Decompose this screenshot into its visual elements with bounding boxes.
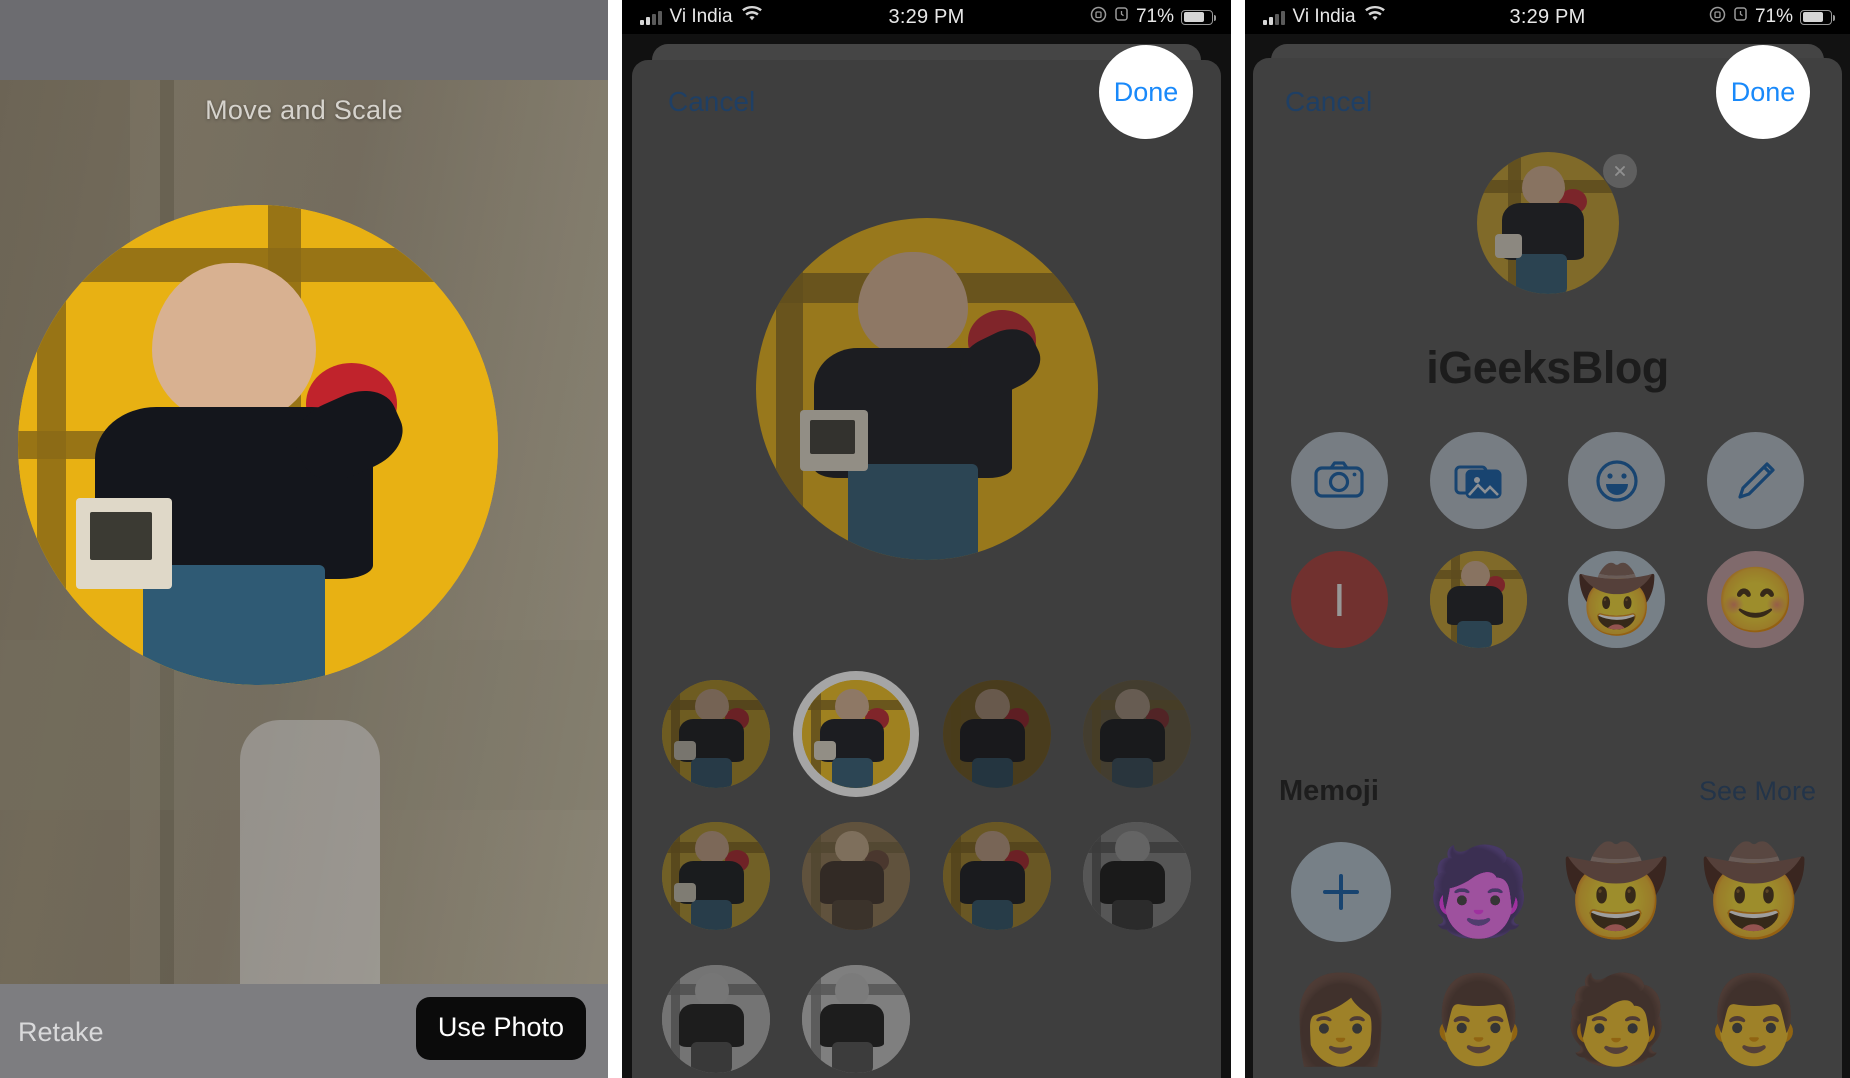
photo-avatar [1429,551,1527,648]
cancel-button[interactable]: Cancel [668,86,755,118]
filter-thumbnail[interactable] [794,957,918,1078]
filter-thumbnail[interactable] [794,814,918,938]
rotation-lock-icon [1709,6,1726,29]
memoji-beanie-girl: 👩 [1287,972,1395,1068]
monogram-letter: I [1332,573,1346,626]
panel-move-and-scale: Move and Scale Retake Use Photo [0,0,608,1078]
page-title: iGeeksBlog [1426,342,1669,393]
rotation-lock-icon [1090,6,1107,29]
monogram-avatar-option[interactable]: I [1275,551,1404,648]
cancel-button[interactable]: Cancel [1285,86,1372,118]
done-button[interactable]: Done [1099,45,1193,139]
memoji-cowboy-glyph: 🤠 [1577,563,1657,636]
battery-percent-label: 71% [1754,6,1793,27]
memoji-glasses-brown-hair: 👨 [1700,972,1808,1068]
use-photo-button[interactable]: Use Photo [415,997,586,1060]
battery-icon [1800,9,1835,25]
filter-thumbnail[interactable] [654,957,778,1078]
battery-icon [1181,9,1216,25]
filter-thumbnail[interactable] [1075,672,1199,796]
panel-photo-filter-chooser: Cancel Done Vi India 3:29 PM 71% [622,0,1231,1078]
memoji-item[interactable]: 👩 [1277,964,1405,1076]
emoji-avatar-smile: 😊 [1707,551,1805,648]
filter-thumbnail[interactable] [935,814,1059,938]
photos-icon [1429,432,1527,529]
panel-profile-picker: iGeeksBlog I 🤠 😊 Memoji See More 🧑 🤠 🤠 👩… [1245,0,1850,1078]
retake-button[interactable]: Retake [18,1017,104,1048]
page-title: Move and Scale [205,95,403,125]
profile-avatar[interactable] [1476,152,1619,294]
memoji-action-button[interactable] [1553,432,1682,529]
emoji-avatar-option[interactable]: 😊 [1691,551,1820,648]
monogram-action-button[interactable] [1691,432,1820,529]
memoji-cowboy-hat-1: 🤠 [1562,844,1670,940]
photo-avatar-option[interactable] [1414,551,1543,648]
camera-action-button[interactable] [1275,432,1404,529]
status-bar: Vi India 3:29 PM 71% [622,0,1231,34]
photo-preview[interactable] [755,218,1098,560]
memoji-item[interactable]: 🧑 [1415,836,1543,948]
filter-thumbnail[interactable] [654,814,778,938]
add-memoji-icon [1290,842,1391,942]
see-more-link[interactable]: See More [1699,776,1816,807]
photo-figure [18,205,498,685]
pencil-icon [1707,432,1805,529]
section-title: Memoji [1279,775,1379,807]
memoji-item[interactable]: 🧑 [1553,964,1681,1076]
status-bar: Vi India 3:29 PM 71% [1245,0,1850,34]
memoji-avatar-option[interactable]: 🤠 [1553,551,1682,648]
done-button-label: Done [1730,76,1796,107]
status-bar-right: 71% [1709,6,1835,29]
status-bar-right: 71% [1090,6,1216,29]
emoji-smile-glyph: 😊 [1715,563,1796,636]
memoji-item[interactable]: 🤠 [1553,836,1681,948]
memoji-cowboy-hat-2: 🤠 [1700,844,1808,940]
photos-action-button[interactable] [1414,432,1543,529]
filter-grid [654,672,1199,1078]
memoji-avatar-cowboy: 🤠 [1568,551,1666,648]
alarm-clock-icon [1733,6,1748,28]
memoji-glasses-man: 👨 [1425,972,1533,1068]
photo-figure [755,218,1098,560]
memoji-item[interactable]: 🤠 [1690,836,1818,948]
photo-figure [1476,152,1619,294]
panel-divider [1231,0,1245,1078]
filter-thumbnail-selected[interactable] [794,672,918,796]
memoji-item[interactable]: 👨 [1415,964,1543,1076]
memoji-section-header: Memoji See More [1279,775,1816,808]
close-icon[interactable] [1602,154,1637,188]
camera-icon [1290,432,1388,529]
alarm-clock-icon [1114,6,1129,28]
avatar-container [1476,152,1637,294]
add-memoji-button[interactable] [1277,836,1405,948]
battery-percent-label: 71% [1135,6,1174,27]
filter-thumbnail[interactable] [654,672,778,796]
screenshot-stage: Move and Scale Retake Use Photo Cancel D… [0,0,1850,1078]
monogram-avatar: I [1290,551,1388,648]
filter-thumbnail[interactable] [935,672,1059,796]
figure-silhouette [240,720,380,998]
filter-thumbnail[interactable] [1075,814,1199,938]
memoji-beanie-man: 🧑 [1562,972,1670,1068]
crop-circle[interactable] [18,205,498,685]
panel-divider [608,0,622,1078]
done-button-label: Done [1113,76,1179,107]
action-grid: I 🤠 😊 [1275,432,1820,648]
panel1-top-bar [0,0,608,80]
memoji-grid: 🧑 🤠 🤠 👩 👨 🧑 👨 [1277,836,1818,1076]
done-button[interactable]: Done [1716,45,1810,139]
memoji-smiley-icon [1568,432,1666,529]
memoji-item[interactable]: 👨 [1690,964,1818,1076]
memoji-purple-face: 🧑 [1425,844,1533,940]
